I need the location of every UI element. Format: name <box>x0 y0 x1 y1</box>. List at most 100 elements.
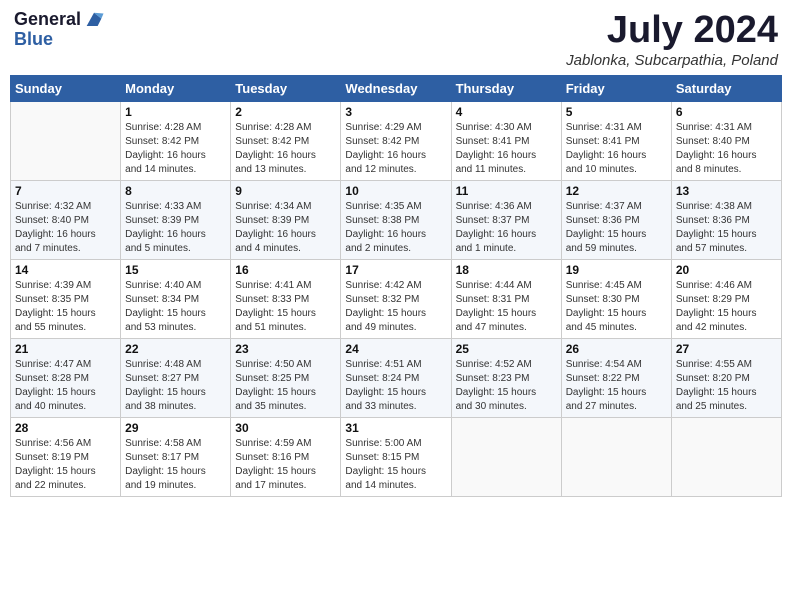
day-info: Sunrise: 4:47 AM Sunset: 8:28 PM Dayligh… <box>15 358 116 414</box>
day-info: Sunrise: 4:30 AM Sunset: 8:41 PM Dayligh… <box>456 121 557 177</box>
day-number: 4 <box>456 105 557 119</box>
day-number: 17 <box>345 263 446 277</box>
day-info: Sunrise: 4:55 AM Sunset: 8:20 PM Dayligh… <box>676 358 777 414</box>
calendar-cell: 10Sunrise: 4:35 AM Sunset: 8:38 PM Dayli… <box>341 180 451 259</box>
calendar-cell: 24 Sunrise: 4:51 AM Sunset: 8:24 PM Dayli… <box>341 338 451 417</box>
day-number: 13 <box>676 184 777 198</box>
day-number: 24 <box>345 342 446 356</box>
day-info: Sunrise: 4:42 AM Sunset: 8:32 PM Dayligh… <box>345 279 446 335</box>
calendar-cell: 18 Sunrise: 4:44 AM Sunset: 8:31 PM Dayli… <box>451 259 561 338</box>
calendar-cell: 14Sunrise: 4:39 AM Sunset: 8:35 PM Dayli… <box>11 259 121 338</box>
weekday-header-row: SundayMondayTuesdayWednesdayThursdayFrid… <box>11 75 782 101</box>
calendar-subtitle: Jablonka, Subcarpathia, Poland <box>566 52 778 69</box>
day-info: Sunrise: 5:00 AM Sunset: 8:15 PM Dayligh… <box>345 437 446 493</box>
day-number: 14 <box>15 263 116 277</box>
weekday-header-thursday: Thursday <box>451 75 561 101</box>
calendar-cell: 19Sunrise: 4:45 AM Sunset: 8:30 PM Dayli… <box>561 259 671 338</box>
calendar-title: July 2024 <box>566 10 778 52</box>
day-number: 6 <box>676 105 777 119</box>
calendar-cell: 25 Sunrise: 4:52 AM Sunset: 8:23 PM Dayli… <box>451 338 561 417</box>
day-number: 9 <box>235 184 336 198</box>
day-number: 5 <box>566 105 667 119</box>
logo: General Blue <box>14 10 105 50</box>
calendar-cell: 30 Sunrise: 4:59 AM Sunset: 8:16 PM Dayli… <box>231 417 341 496</box>
title-block: July 2024 Jablonka, Subcarpathia, Poland <box>566 10 778 69</box>
day-number: 12 <box>566 184 667 198</box>
day-info: Sunrise: 4:28 AM Sunset: 8:42 PM Dayligh… <box>125 121 226 177</box>
calendar-cell: 31 Sunrise: 5:00 AM Sunset: 8:15 PM Dayli… <box>341 417 451 496</box>
day-number: 27 <box>676 342 777 356</box>
day-info: Sunrise: 4:52 AM Sunset: 8:23 PM Dayligh… <box>456 358 557 414</box>
weekday-header-wednesday: Wednesday <box>341 75 451 101</box>
day-info: Sunrise: 4:51 AM Sunset: 8:24 PM Dayligh… <box>345 358 446 414</box>
calendar-cell: 29 Sunrise: 4:58 AM Sunset: 8:17 PM Dayli… <box>121 417 231 496</box>
calendar-cell: 7 Sunrise: 4:32 AM Sunset: 8:40 PM Daylig… <box>11 180 121 259</box>
calendar-cell: 6 Sunrise: 4:31 AM Sunset: 8:40 PM Daylig… <box>671 101 781 180</box>
calendar-week-row: 21Sunrise: 4:47 AM Sunset: 8:28 PM Dayli… <box>11 338 782 417</box>
calendar-cell: 3 Sunrise: 4:29 AM Sunset: 8:42 PM Daylig… <box>341 101 451 180</box>
day-info: Sunrise: 4:40 AM Sunset: 8:34 PM Dayligh… <box>125 279 226 335</box>
calendar-cell: 27 Sunrise: 4:55 AM Sunset: 8:20 PM Dayli… <box>671 338 781 417</box>
weekday-header-friday: Friday <box>561 75 671 101</box>
logo-text-blue: Blue <box>14 30 53 50</box>
calendar-cell: 16Sunrise: 4:41 AM Sunset: 8:33 PM Dayli… <box>231 259 341 338</box>
calendar-cell <box>561 417 671 496</box>
day-number: 25 <box>456 342 557 356</box>
calendar-cell: 17 Sunrise: 4:42 AM Sunset: 8:32 PM Dayli… <box>341 259 451 338</box>
calendar-cell: 26Sunrise: 4:54 AM Sunset: 8:22 PM Dayli… <box>561 338 671 417</box>
calendar-cell: 8 Sunrise: 4:33 AM Sunset: 8:39 PM Daylig… <box>121 180 231 259</box>
calendar-cell <box>671 417 781 496</box>
logo-text: General <box>14 10 81 30</box>
day-number: 29 <box>125 421 226 435</box>
calendar-cell: 15 Sunrise: 4:40 AM Sunset: 8:34 PM Dayli… <box>121 259 231 338</box>
day-info: Sunrise: 4:37 AM Sunset: 8:36 PM Dayligh… <box>566 200 667 256</box>
day-info: Sunrise: 4:31 AM Sunset: 8:40 PM Dayligh… <box>676 121 777 177</box>
calendar-week-row: 1 Sunrise: 4:28 AM Sunset: 8:42 PM Daylig… <box>11 101 782 180</box>
day-info: Sunrise: 4:32 AM Sunset: 8:40 PM Dayligh… <box>15 200 116 256</box>
day-number: 8 <box>125 184 226 198</box>
day-info: Sunrise: 4:46 AM Sunset: 8:29 PM Dayligh… <box>676 279 777 335</box>
day-number: 30 <box>235 421 336 435</box>
day-number: 22 <box>125 342 226 356</box>
day-number: 28 <box>15 421 116 435</box>
calendar-cell: 22 Sunrise: 4:48 AM Sunset: 8:27 PM Dayli… <box>121 338 231 417</box>
calendar-cell: 11 Sunrise: 4:36 AM Sunset: 8:37 PM Dayli… <box>451 180 561 259</box>
calendar-cell: 28Sunrise: 4:56 AM Sunset: 8:19 PM Dayli… <box>11 417 121 496</box>
day-number: 18 <box>456 263 557 277</box>
calendar-cell: 9Sunrise: 4:34 AM Sunset: 8:39 PM Daylig… <box>231 180 341 259</box>
day-number: 15 <box>125 263 226 277</box>
calendar-week-row: 14Sunrise: 4:39 AM Sunset: 8:35 PM Dayli… <box>11 259 782 338</box>
day-info: Sunrise: 4:50 AM Sunset: 8:25 PM Dayligh… <box>235 358 336 414</box>
day-number: 11 <box>456 184 557 198</box>
day-info: Sunrise: 4:28 AM Sunset: 8:42 PM Dayligh… <box>235 121 336 177</box>
day-info: Sunrise: 4:48 AM Sunset: 8:27 PM Dayligh… <box>125 358 226 414</box>
calendar-cell: 2 Sunrise: 4:28 AM Sunset: 8:42 PM Daylig… <box>231 101 341 180</box>
day-info: Sunrise: 4:59 AM Sunset: 8:16 PM Dayligh… <box>235 437 336 493</box>
day-number: 10 <box>345 184 446 198</box>
calendar-cell: 13Sunrise: 4:38 AM Sunset: 8:36 PM Dayli… <box>671 180 781 259</box>
day-info: Sunrise: 4:29 AM Sunset: 8:42 PM Dayligh… <box>345 121 446 177</box>
day-info: Sunrise: 4:58 AM Sunset: 8:17 PM Dayligh… <box>125 437 226 493</box>
day-number: 3 <box>345 105 446 119</box>
day-number: 1 <box>125 105 226 119</box>
weekday-header-monday: Monday <box>121 75 231 101</box>
day-info: Sunrise: 4:33 AM Sunset: 8:39 PM Dayligh… <box>125 200 226 256</box>
day-number: 7 <box>15 184 116 198</box>
calendar-table: SundayMondayTuesdayWednesdayThursdayFrid… <box>10 75 782 497</box>
day-number: 2 <box>235 105 336 119</box>
calendar-cell: 21Sunrise: 4:47 AM Sunset: 8:28 PM Dayli… <box>11 338 121 417</box>
day-info: Sunrise: 4:36 AM Sunset: 8:37 PM Dayligh… <box>456 200 557 256</box>
day-info: Sunrise: 4:44 AM Sunset: 8:31 PM Dayligh… <box>456 279 557 335</box>
logo-icon <box>83 8 105 30</box>
weekday-header-saturday: Saturday <box>671 75 781 101</box>
day-info: Sunrise: 4:45 AM Sunset: 8:30 PM Dayligh… <box>566 279 667 335</box>
calendar-cell: 5Sunrise: 4:31 AM Sunset: 8:41 PM Daylig… <box>561 101 671 180</box>
calendar-cell: 12 Sunrise: 4:37 AM Sunset: 8:36 PM Dayli… <box>561 180 671 259</box>
calendar-cell: 1 Sunrise: 4:28 AM Sunset: 8:42 PM Daylig… <box>121 101 231 180</box>
day-number: 26 <box>566 342 667 356</box>
calendar-cell <box>11 101 121 180</box>
page-header: General Blue July 2024 Jablonka, Subcarp… <box>10 10 782 69</box>
calendar-week-row: 28Sunrise: 4:56 AM Sunset: 8:19 PM Dayli… <box>11 417 782 496</box>
day-number: 20 <box>676 263 777 277</box>
day-number: 31 <box>345 421 446 435</box>
